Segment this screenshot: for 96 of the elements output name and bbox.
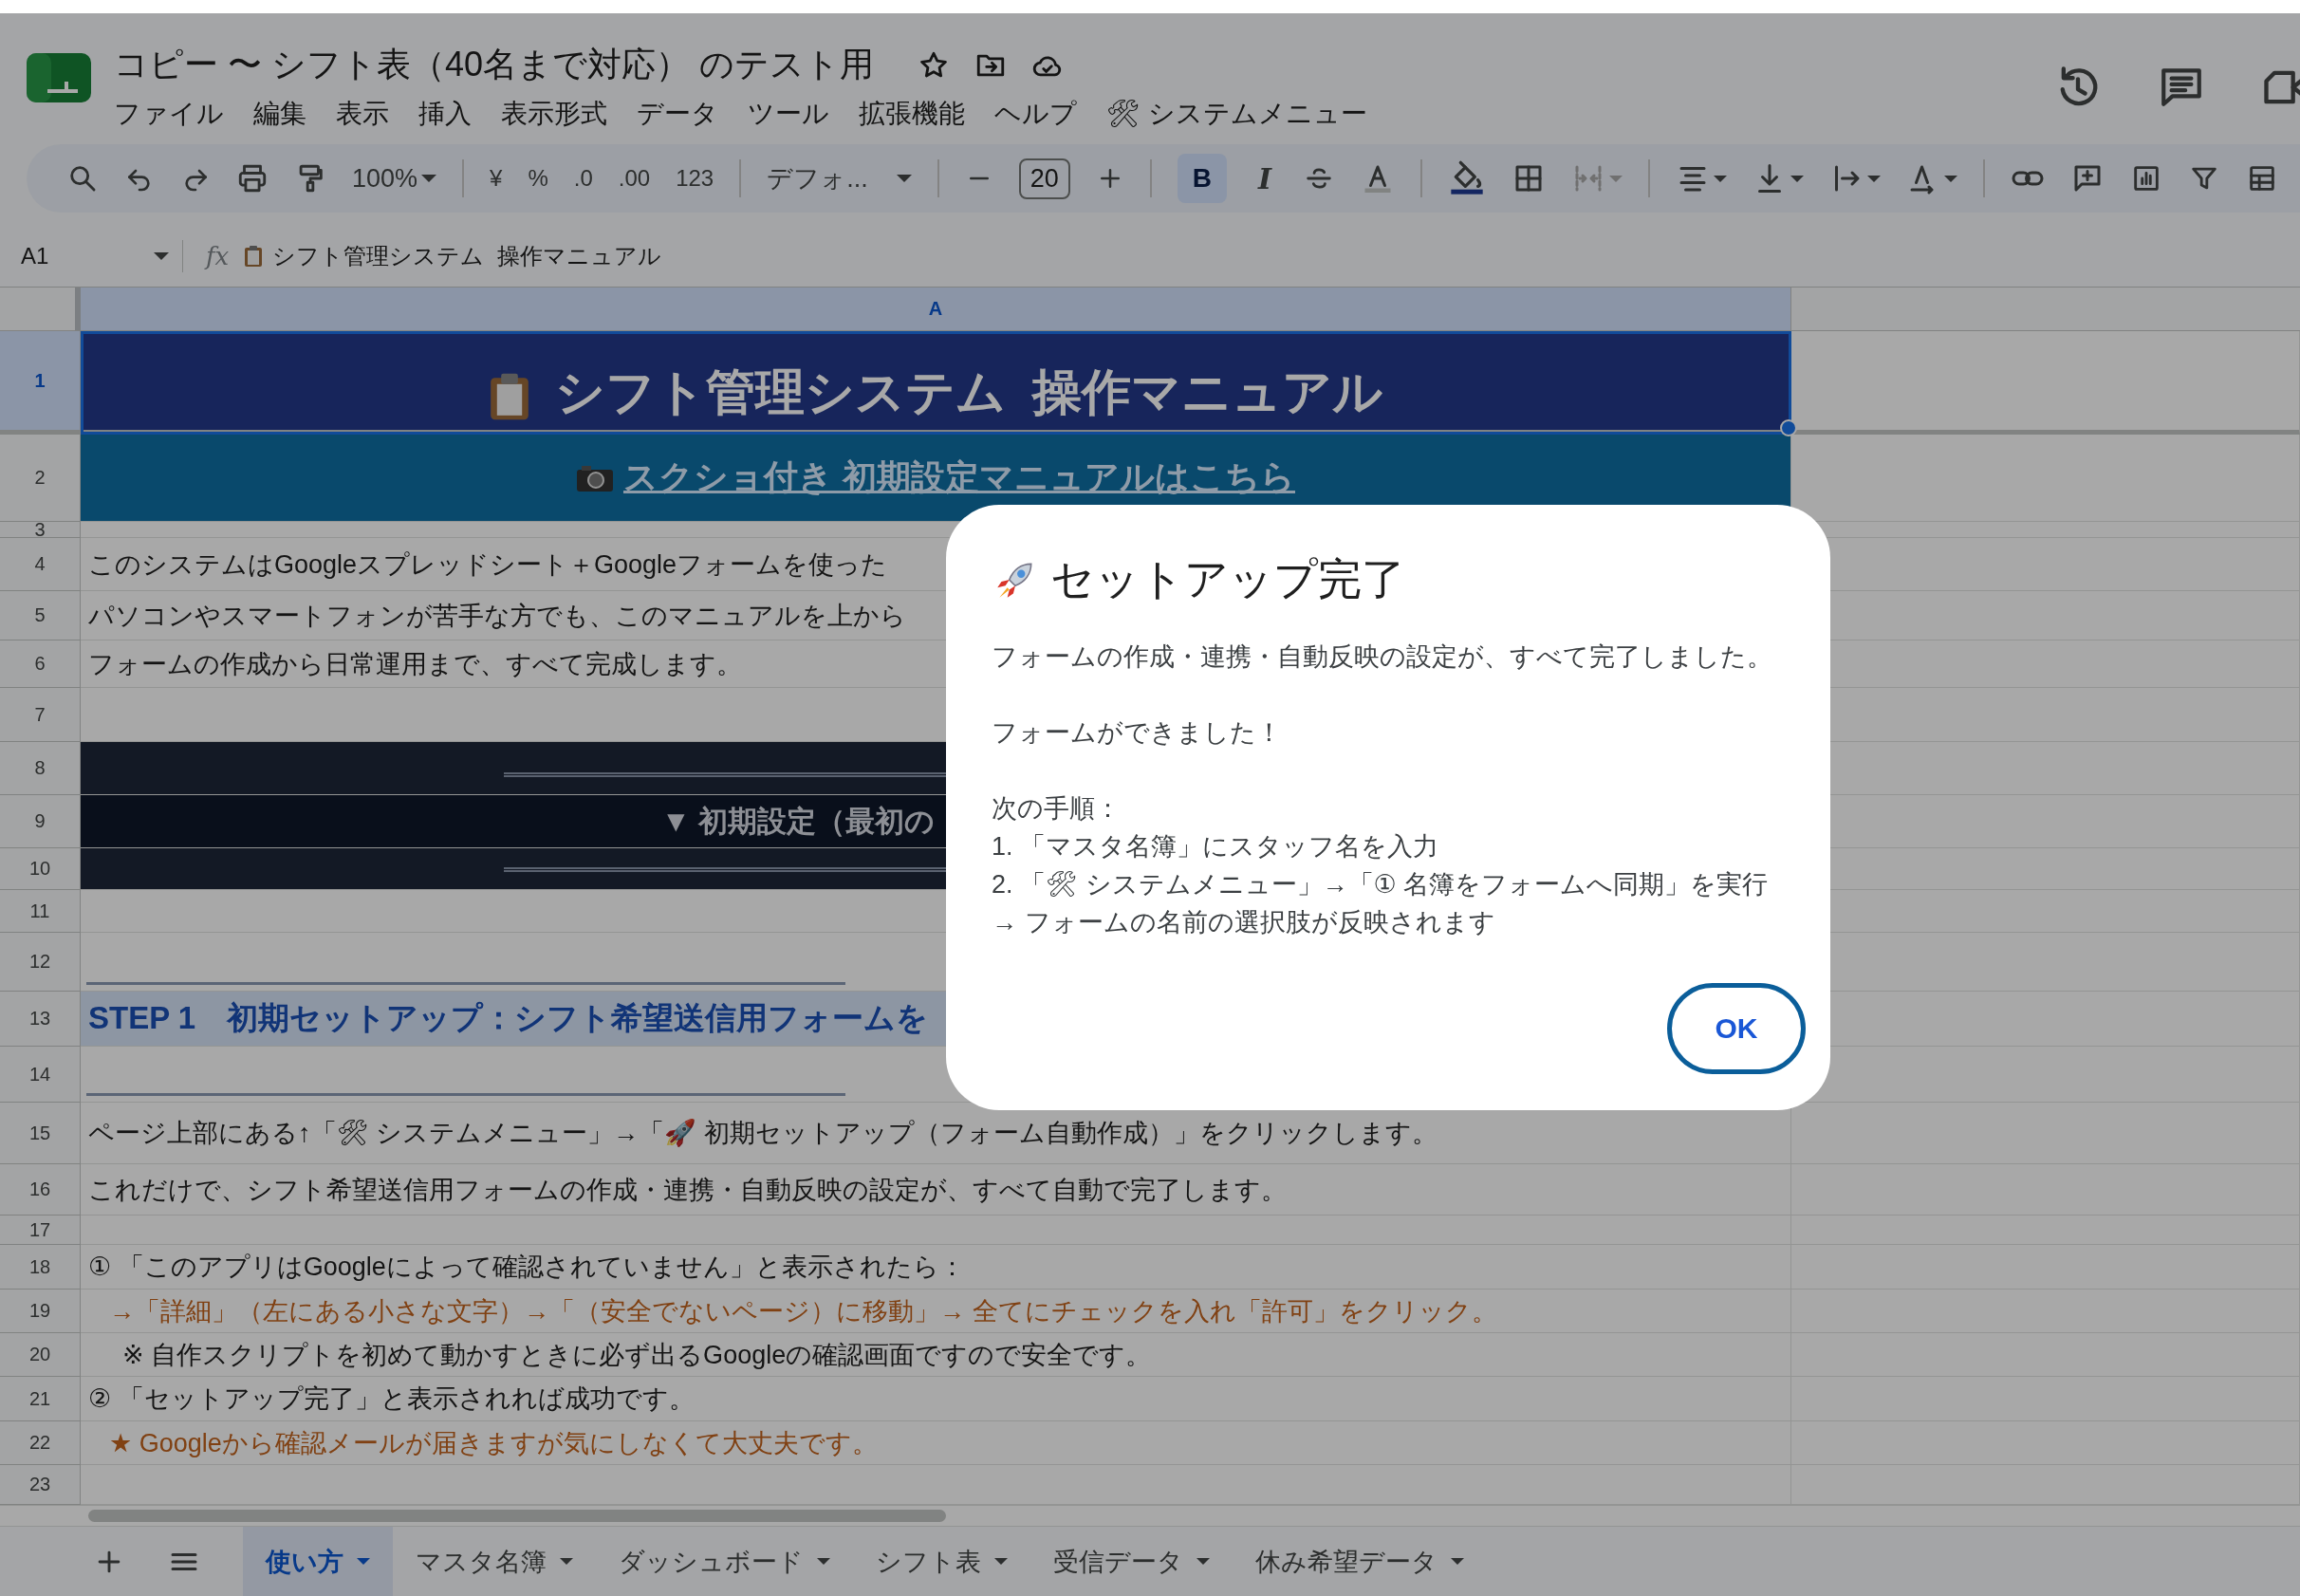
row-header[interactable]: 8: [0, 742, 81, 795]
cell-text: ※ 自作スクリプトを初めて動かすときに必ず出るGoogleの確認画面ですので安全です。: [121, 1339, 1152, 1371]
function-label: fx: [206, 242, 230, 270]
menu-item[interactable]: データ: [637, 96, 718, 132]
menu-item[interactable]: 🛠 システムメニュー: [1106, 96, 1367, 132]
row-header[interactable]: 16: [0, 1164, 81, 1216]
dialog-text: フォームの作成・連携・自動反映の設定が、すべて完了しました。: [992, 641, 1773, 673]
print-icon[interactable]: [236, 162, 269, 195]
sheet-tab[interactable]: 使い方: [243, 1527, 393, 1596]
row-header[interactable]: 13: [0, 992, 81, 1047]
font-size-field[interactable]: 20: [1018, 158, 1070, 199]
increase-decimals[interactable]: .00: [618, 165, 651, 192]
row-header[interactable]: 9: [0, 795, 81, 848]
menu-item[interactable]: ヘルプ: [994, 96, 1077, 132]
row-header[interactable]: 20: [0, 1333, 81, 1377]
cell-text: ① 「このアプリはGoogleによって確認されていません」と表示されたら：: [87, 1252, 965, 1283]
row-header[interactable]: 7: [0, 688, 81, 742]
formula-content[interactable]: シフト管理システム 操作マニュアル: [272, 241, 661, 271]
caret-icon[interactable]: [896, 175, 912, 182]
cell-text: ★ Googleから確認メールが届きますが気にしなくて大丈夫です。: [108, 1427, 878, 1459]
row-header[interactable]: 19: [0, 1290, 81, 1333]
menu-item[interactable]: 表示: [336, 96, 389, 132]
empty-cell[interactable]: [1791, 1103, 2300, 1164]
menu-item[interactable]: 編集: [253, 96, 306, 132]
font-select[interactable]: デフォ...: [767, 161, 868, 195]
sheet-tab[interactable]: ダッシュボード: [596, 1527, 853, 1596]
camera-icon: [576, 463, 614, 492]
menu-item[interactable]: 挿入: [418, 96, 472, 132]
caret-icon[interactable]: [1714, 175, 1728, 182]
caret-icon: [357, 1558, 370, 1565]
row-header[interactable]: 12: [0, 933, 81, 992]
sheet-tab[interactable]: マスタ名簿: [393, 1527, 596, 1596]
row-header[interactable]: 18: [0, 1245, 81, 1290]
row-header[interactable]: 5: [0, 591, 81, 640]
sheet-title: シフト管理システム 操作マニュアル: [554, 363, 1383, 421]
row-header[interactable]: 14: [0, 1047, 81, 1103]
percent-format[interactable]: %: [528, 165, 548, 192]
dialog-text: → フォームの名前の選択肢が反映されます: [992, 907, 1496, 938]
dialog-text: フォームができました！: [992, 717, 1283, 749]
row-header[interactable]: 21: [0, 1377, 81, 1421]
caret-icon: [994, 1558, 1008, 1565]
clipboard-icon: [244, 245, 264, 268]
caret-icon[interactable]: [421, 175, 437, 182]
fill-handle[interactable]: [1780, 419, 1797, 436]
bold-button[interactable]: B: [1177, 154, 1227, 203]
row-header[interactable]: 1: [0, 331, 81, 435]
menu-item[interactable]: ファイル: [114, 96, 224, 132]
column-header[interactable]: A: [81, 288, 1791, 331]
row-header[interactable]: 10: [0, 848, 81, 890]
row-header[interactable]: 2: [0, 435, 81, 522]
cell-text: →「詳細」（左にある小さな文字）→「（安全でないページ）に移動」→ 全てにチェックを入れ「許可」をクリック。: [108, 1295, 1497, 1327]
caret-icon: [1196, 1558, 1210, 1565]
caret-icon: [1451, 1558, 1464, 1565]
row-header[interactable]: 15: [0, 1103, 81, 1164]
cell-reference[interactable]: A1: [0, 243, 154, 269]
row-header[interactable]: 6: [0, 640, 81, 688]
menu-item[interactable]: ツール: [748, 96, 829, 132]
step-heading: STEP 1 初期セットアップ：シフト希望送信用フォームを: [87, 999, 929, 1037]
dialog-text: 1. 「マスタ名簿」にスタッフ名を入力: [992, 831, 1440, 863]
decrease-decimals[interactable]: .0: [573, 165, 593, 192]
dialog-text: 2. 「🛠 システムメニュー」→「① 名簿をフォームへ同期」を実行: [992, 869, 1770, 900]
menu-item[interactable]: 拡張機能: [859, 96, 965, 132]
section-heading: ▼ 初期設定（最初の: [660, 803, 936, 840]
row-header[interactable]: 4: [0, 538, 81, 591]
cell-text: ② 「セットアップ完了」と表示されれば成功です。: [87, 1383, 695, 1415]
currency-format[interactable]: ¥: [490, 165, 503, 192]
caret-icon[interactable]: [1944, 175, 1958, 182]
caret-icon: [560, 1558, 573, 1565]
caret-icon[interactable]: [154, 252, 169, 260]
cell-text: フォームの作成から日常運用まで、すべて完成します。: [87, 648, 742, 680]
row-header[interactable]: 11: [0, 890, 81, 933]
row-header[interactable]: 23: [0, 1465, 81, 1505]
dialog-text: 次の手順：: [992, 793, 1122, 825]
number-format[interactable]: 123: [676, 165, 714, 192]
document-title[interactable]: コピー 〜 シフト表（40名まで対応） のテスト用: [114, 42, 875, 88]
caret-icon: [817, 1558, 830, 1565]
row-header[interactable]: 22: [0, 1421, 81, 1465]
horizontal-scrollbar[interactable]: [88, 1510, 946, 1522]
spreadsheet-logo[interactable]: [27, 53, 91, 102]
sheet-tab[interactable]: 受信データ: [1030, 1527, 1233, 1596]
sheet-tab[interactable]: 休み希望データ: [1233, 1527, 1487, 1596]
cell-text: このシステムはGoogleスプレッドシート＋Googleフォームを使った: [87, 548, 888, 581]
cell-text: パソコンやスマートフォンが苦手な方でも、このマニュアルを上から: [87, 600, 906, 632]
row-header[interactable]: 17: [0, 1216, 81, 1245]
cell-text: ページ上部にある↑「🛠 システムメニュー」→「🚀 初期セットアップ（フォーム自動作成）」をクリックします。: [87, 1118, 1438, 1149]
caret-icon[interactable]: [1790, 175, 1805, 182]
cell-text: これだけで、シフト希望送信用フォームの作成・連携・自動反映の設定が、すべて自動で完了します。: [87, 1174, 1287, 1206]
zoom-select[interactable]: 100%: [352, 163, 418, 194]
menu-item[interactable]: 表示形式: [501, 96, 607, 132]
clipboard-icon: [488, 371, 530, 422]
dialog-title: セットアップ完了: [1050, 553, 1405, 605]
sheet-tab[interactable]: シフト表: [853, 1527, 1030, 1596]
italic-button[interactable]: I: [1252, 161, 1278, 195]
caret-icon[interactable]: [1867, 175, 1882, 182]
row-header[interactable]: 3: [0, 522, 81, 538]
ok-button[interactable]: OK: [1667, 983, 1806, 1074]
